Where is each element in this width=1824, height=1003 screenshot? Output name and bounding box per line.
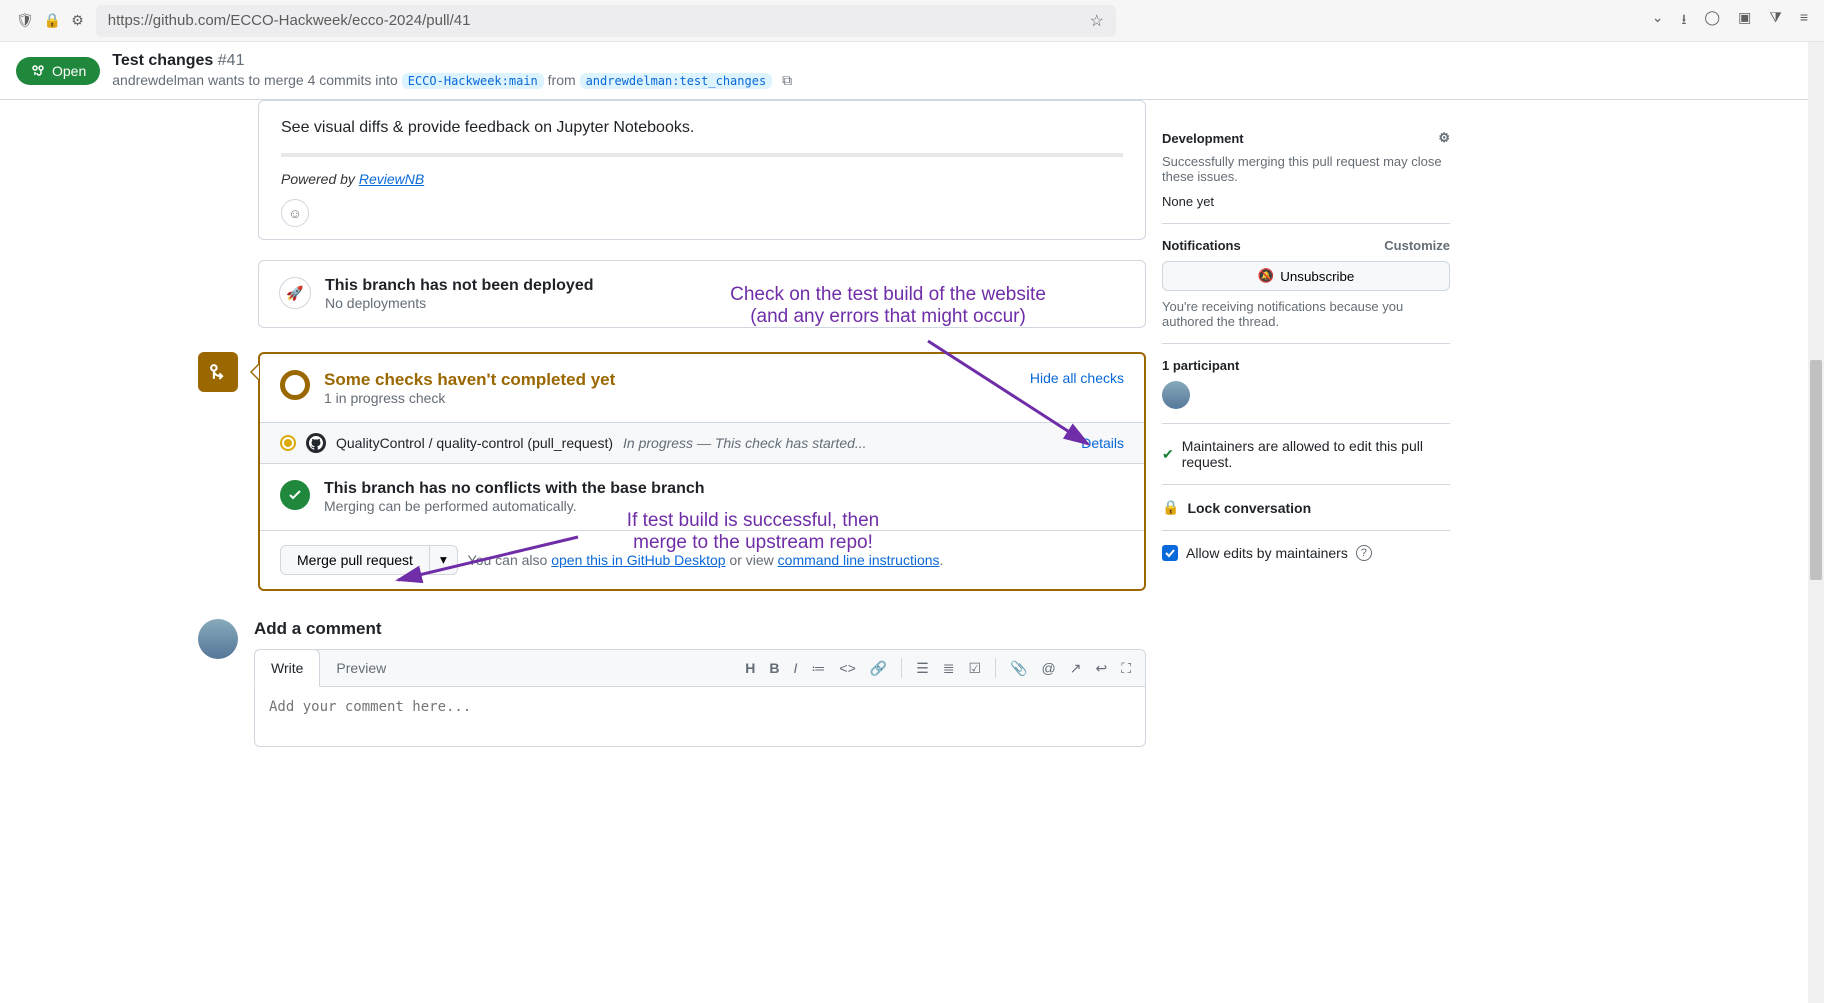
mention-icon[interactable]: @	[1042, 660, 1056, 676]
bookmark-star-icon[interactable]: ☆	[1089, 11, 1103, 31]
pr-number: #41	[218, 52, 245, 69]
comment-text: See visual diffs & provide feedback on J…	[281, 119, 1123, 137]
comment-textarea[interactable]	[255, 687, 1145, 743]
extensions-icon[interactable]: ⧩	[1769, 9, 1782, 33]
merge-pull-request-button[interactable]: Merge pull request	[280, 545, 430, 575]
pr-header: Open Test changes #41 andrewdelman wants…	[0, 42, 1824, 100]
pr-wants-text: wants to merge 4 commits into	[208, 72, 398, 88]
deploy-sub: No deployments	[325, 295, 593, 311]
participant-avatar[interactable]	[1162, 381, 1190, 409]
reviewnb-link[interactable]: ReviewNB	[359, 171, 424, 187]
downloads-icon[interactable]: ⭳	[1682, 9, 1687, 33]
heading-icon[interactable]: H	[745, 660, 755, 676]
task-list-icon[interactable]: ☑	[969, 660, 982, 677]
notifications-heading: Notifications	[1162, 238, 1241, 253]
add-reaction-button[interactable]: ☺	[281, 199, 309, 227]
browser-address-bar: 🛡 🔒 ⚙ ☆ ⌄ ⭳ ◯ ▣ ⧩ ≡	[0, 0, 1824, 42]
unsubscribe-button[interactable]: 🔕 Unsubscribe	[1162, 261, 1450, 291]
sync-icon[interactable]: ▣	[1738, 9, 1751, 33]
pr-state-badge: Open	[16, 57, 100, 85]
allow-edits-row[interactable]: Allow edits by maintainers ?	[1162, 545, 1450, 561]
in-progress-icon	[280, 435, 296, 451]
allow-edits-checkbox[interactable]	[1162, 545, 1178, 561]
development-heading: Development	[1162, 131, 1244, 146]
check-name[interactable]: QualityControl / quality-control (pull_r…	[336, 435, 613, 451]
pr-state-label: Open	[52, 63, 86, 79]
lock-icon[interactable]: 🔒	[44, 12, 61, 29]
reference-icon[interactable]: ↗	[1070, 660, 1082, 677]
reply-icon[interactable]: ↩	[1095, 660, 1107, 677]
permissions-icon[interactable]: ⚙	[71, 12, 84, 29]
comment-divider	[281, 153, 1123, 157]
github-actions-avatar	[306, 433, 326, 453]
check-details-link[interactable]: Details	[1081, 435, 1124, 451]
notifications-reason: You're receiving notifications because y…	[1162, 299, 1450, 329]
pr-title[interactable]: Test changes	[112, 52, 213, 69]
lock-icon: 🔒	[1162, 499, 1179, 516]
quote-icon[interactable]: ≔	[811, 660, 825, 677]
merge-note: You can also open this in GitHub Desktop…	[468, 552, 944, 568]
rocket-icon: 🚀	[279, 277, 311, 309]
pr-subline: andrewdelman wants to merge 4 commits in…	[112, 72, 792, 89]
participants-heading: 1 participant	[1162, 358, 1239, 373]
merge-dropdown-button[interactable]: ▾	[430, 545, 458, 575]
tab-preview[interactable]: Preview	[320, 650, 402, 686]
unordered-list-icon[interactable]: ≣	[943, 660, 955, 677]
bell-slash-icon: 🔕	[1258, 268, 1275, 284]
gear-icon[interactable]: ⚙	[1438, 130, 1450, 146]
pending-status-icon	[280, 370, 310, 400]
deployment-panel: 🚀 This branch has not been deployed No d…	[258, 260, 1146, 328]
open-desktop-link[interactable]: open this in GitHub Desktop	[551, 552, 725, 568]
check-icon: ✔	[1162, 446, 1174, 463]
url-box[interactable]: ☆	[96, 5, 1116, 37]
customize-link[interactable]: Customize	[1384, 238, 1450, 253]
no-conflicts-heading: This branch has no conflicts with the ba…	[324, 480, 705, 498]
tab-write[interactable]: Write	[254, 649, 320, 687]
from-text: from	[548, 72, 576, 88]
checks-heading: Some checks haven't completed yet	[324, 370, 615, 390]
scrollbar-thumb[interactable]	[1810, 360, 1822, 580]
bold-icon[interactable]: B	[769, 660, 779, 676]
pocket-icon[interactable]: ⌄	[1652, 9, 1664, 33]
base-branch-chip[interactable]: ECCO-Hackweek:main	[402, 73, 544, 89]
help-icon[interactable]: ?	[1356, 545, 1372, 561]
account-icon[interactable]: ◯	[1704, 9, 1720, 33]
sidebar: Development ⚙ Successfully merging this …	[1162, 100, 1482, 787]
expand-icon[interactable]: ⛶	[1121, 660, 1131, 677]
ordered-list-icon[interactable]: ☰	[916, 660, 929, 677]
link-icon[interactable]: 🔗	[870, 660, 887, 677]
deploy-heading: This branch has not been deployed	[325, 277, 593, 295]
merge-section: Some checks haven't completed yet 1 in p…	[198, 352, 1146, 591]
maintainers-edit-row: ✔ Maintainers are allowed to edit this p…	[1162, 438, 1450, 470]
development-text: Successfully merging this pull request m…	[1162, 154, 1450, 184]
bot-comment: See visual diffs & provide feedback on J…	[258, 100, 1146, 240]
comment-editor: Write Preview H B I ≔ <> 🔗 ☰ ≣ ☑	[254, 649, 1146, 747]
check-row: QualityControl / quality-control (pull_r…	[260, 422, 1144, 463]
scrollbar[interactable]	[1808, 42, 1824, 1003]
no-conflicts-sub: Merging can be performed automatically.	[324, 498, 705, 514]
check-status: In progress — This check has started...	[623, 435, 867, 451]
italic-icon[interactable]: I	[794, 660, 798, 676]
editor-toolbar: H B I ≔ <> 🔗 ☰ ≣ ☑ 📎 @ ↗ ↩	[731, 650, 1145, 686]
checks-sub: 1 in progress check	[324, 390, 615, 406]
powered-by: Powered by ReviewNB	[281, 171, 1123, 187]
pr-title-line: Test changes #41	[112, 52, 792, 70]
pr-author[interactable]: andrewdelman	[112, 72, 204, 88]
menu-icon[interactable]: ≡	[1800, 9, 1808, 33]
head-branch-chip[interactable]: andrewdelman:test_changes	[580, 73, 773, 89]
code-icon[interactable]: <>	[839, 660, 855, 676]
attach-icon[interactable]: 📎	[1010, 660, 1027, 677]
development-none: None yet	[1162, 194, 1450, 209]
cli-instructions-link[interactable]: command line instructions	[778, 552, 940, 568]
shield-icon[interactable]: 🛡	[16, 12, 34, 29]
user-avatar[interactable]	[198, 619, 238, 659]
add-comment-heading: Add a comment	[254, 619, 1146, 639]
url-input[interactable]	[108, 12, 1082, 29]
merge-icon	[198, 352, 238, 392]
hide-checks-link[interactable]: Hide all checks	[1030, 370, 1124, 386]
copy-icon[interactable]: ⧉	[782, 72, 792, 88]
lock-conversation-link[interactable]: 🔒 Lock conversation	[1162, 499, 1450, 516]
add-comment-section: Add a comment Write Preview H B I ≔ <> 🔗…	[198, 619, 1146, 747]
success-icon	[280, 480, 310, 510]
